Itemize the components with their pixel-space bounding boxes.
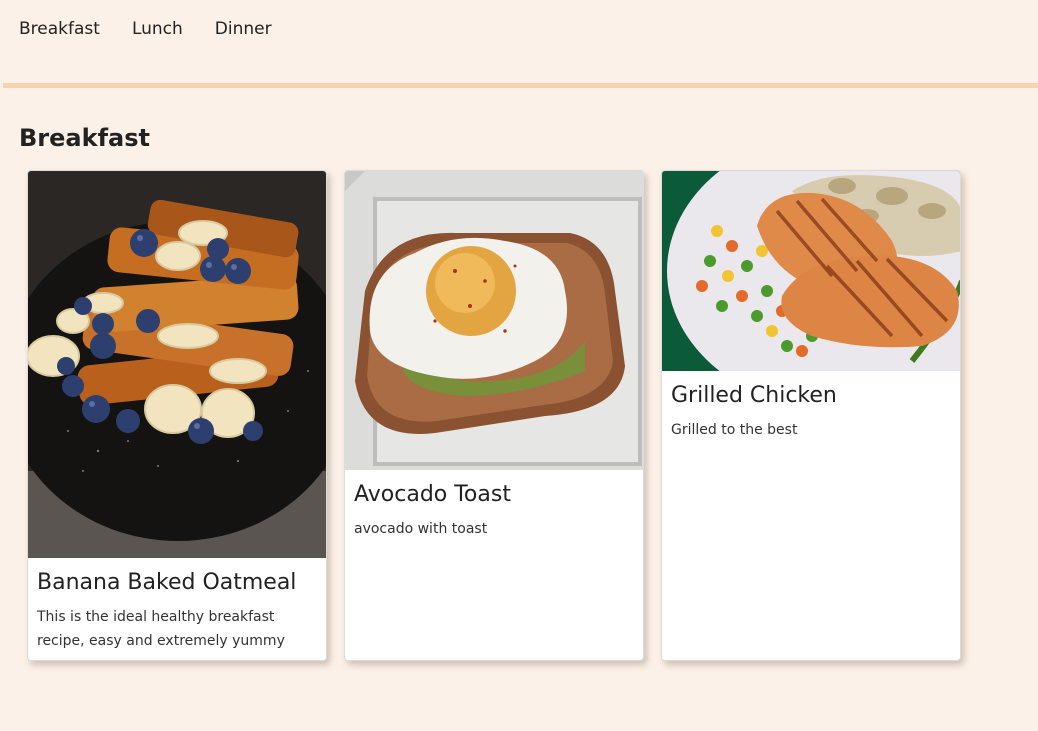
top-navigation: Breakfast Lunch Dinner [0,0,1038,58]
header-divider [3,83,1038,88]
recipe-card-banana-baked-oatmeal[interactable]: Banana Baked Oatmeal This is the ideal h… [27,170,327,661]
french-toast-photo [28,171,326,558]
section-title: Breakfast [19,124,150,152]
recipe-card-grilled-chicken[interactable]: Grilled Chicken Grilled to the best [661,170,961,661]
recipe-description: Grilled to the best [671,422,798,438]
recipe-description: This is the ideal healthy breakfast reci… [37,609,285,649]
recipe-title: Avocado Toast [354,482,511,507]
recipe-description: avocado with toast [354,521,488,537]
nav-item-dinner[interactable]: Dinner [215,20,272,38]
nav-item-breakfast[interactable]: Breakfast [19,20,100,38]
grilled-chicken-photo [662,171,960,371]
nav-item-lunch[interactable]: Lunch [132,20,183,38]
recipe-card-avocado-toast[interactable]: Avocado Toast avocado with toast [344,170,644,661]
recipe-title: Banana Baked Oatmeal [37,570,297,595]
recipe-title: Grilled Chicken [671,383,837,408]
egg-toast-photo [345,171,643,470]
